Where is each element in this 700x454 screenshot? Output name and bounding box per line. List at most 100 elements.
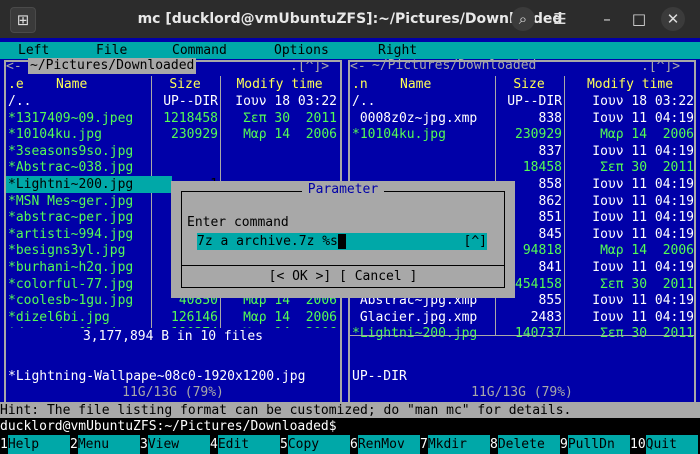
enter-command-label: Enter command	[187, 215, 289, 230]
search-icon[interactable]: ⌕	[511, 7, 535, 31]
dialog-title: Parameter	[301, 182, 385, 197]
file-name[interactable]: *1317409~09.jpeg	[8, 110, 150, 127]
file-name[interactable]: *10104ku.jpg	[352, 126, 494, 143]
file-name[interactable]: /..	[8, 93, 150, 110]
left-panel-path[interactable]: ~/Pictures/Downloaded	[28, 58, 197, 74]
menu-right[interactable]: Right	[378, 42, 417, 59]
hamburger-menu-icon[interactable]: ☰	[548, 7, 572, 31]
fkey-number: 3	[140, 437, 148, 452]
file-name[interactable]: *abstrac~per.jpg	[8, 209, 150, 226]
file-name[interactable]: /..	[352, 93, 494, 110]
file-time: Μαρ 14 2006	[243, 309, 337, 325]
file-time: Ιουν 11 04:19	[592, 110, 694, 126]
file-size: UP--DIR	[507, 94, 562, 109]
file-name[interactable]: *Lightni~200.jpg	[352, 325, 494, 342]
right-header-time[interactable]: Modify time	[566, 76, 694, 93]
file-name[interactable]: *besigns3yl.jpg	[8, 242, 150, 259]
fkey-label: Menu	[77, 435, 140, 454]
file-time	[222, 143, 337, 160]
right-panel-nav[interactable]: <-	[350, 58, 366, 75]
file-size	[152, 159, 218, 176]
file-name[interactable]	[352, 143, 494, 160]
history-button[interactable]: [^]	[464, 233, 487, 250]
file-size: UP--DIR	[163, 94, 218, 109]
right-panel-corner[interactable]: .[^]>	[641, 58, 680, 75]
fkey-pulldn[interactable]: 9PullDn	[560, 435, 630, 454]
fkey-label: Copy	[287, 435, 350, 454]
file-size: 838	[538, 110, 562, 126]
fkey-label: Mkdir	[427, 435, 490, 454]
file-name[interactable]: *colorful-77.jpg	[8, 276, 150, 293]
fkey-menu[interactable]: 2Menu	[70, 435, 140, 454]
file-time: Μαρ 14 2006	[243, 127, 337, 143]
fkey-number: 2	[70, 437, 78, 452]
file-name[interactable]: *3seasons9so.jpg	[8, 143, 150, 160]
ok-button[interactable]: [< OK >]	[269, 269, 332, 284]
close-icon[interactable]: ✕	[661, 7, 685, 31]
file-time: Ιουν 11 04:19	[592, 143, 694, 159]
right-col-divider-2	[564, 76, 565, 336]
cancel-button[interactable]: [ Cancel ]	[339, 269, 417, 284]
maximize-icon[interactable]: □	[627, 7, 651, 31]
file-size: 140737	[515, 326, 562, 342]
file-name[interactable]: *10104ku.jpg	[8, 126, 150, 143]
file-name[interactable]: *burhani~h2q.jpg	[8, 259, 150, 276]
file-name[interactable]: *Lightni~200.jpg	[8, 176, 150, 193]
left-header-name[interactable]: Name	[56, 76, 150, 93]
menu-file[interactable]: File	[96, 42, 127, 59]
right-panel-path[interactable]: ~/Pictures/Downloaded	[370, 58, 538, 74]
fkey-mkdir[interactable]: 7Mkdir	[420, 435, 490, 454]
file-name[interactable]: *MSN Mes~ger.jpg	[8, 193, 150, 210]
fkey-copy[interactable]: 5Copy	[280, 435, 350, 454]
fkey-label: View	[147, 435, 210, 454]
file-name[interactable]: 0008z0z~jpg.xmp	[352, 110, 494, 127]
fkey-help[interactable]: 1Help	[0, 435, 70, 454]
minimize-icon[interactable]: –	[595, 7, 619, 31]
left-sort-indicator[interactable]: .e	[8, 76, 36, 93]
fkey-edit[interactable]: 4Edit	[210, 435, 280, 454]
fkey-delete[interactable]: 8Delete	[490, 435, 560, 454]
file-size: 230929	[515, 127, 562, 143]
fkey-label: RenMov	[357, 435, 420, 454]
file-time: Ιουν 18 03:22	[235, 94, 337, 109]
file-size	[152, 143, 218, 160]
file-time: Ιουν 11 04:19	[592, 226, 694, 242]
left-header-time[interactable]: Modify time	[222, 76, 337, 93]
fkey-label: Quit	[645, 435, 698, 454]
file-name[interactable]: *Abstrac~038.jpg	[8, 159, 150, 176]
fkey-number: 10	[630, 437, 646, 452]
file-size: 837	[538, 143, 562, 159]
right-header-size[interactable]: Size	[496, 76, 562, 93]
command-prompt[interactable]: ducklord@vmUbuntuZFS:~/Pictures/Download…	[0, 418, 700, 435]
command-input[interactable]: 7z a archive.7z %s [^]	[197, 233, 487, 250]
left-header-size[interactable]: Size	[152, 76, 218, 93]
fkey-quit[interactable]: 10Quit	[630, 435, 698, 454]
file-time: Ιουν 18 03:22	[592, 94, 694, 109]
window-titlebar: ⊞ mc [ducklord@vmUbuntuZFS]:~/Pictures/D…	[0, 0, 700, 38]
menu-options[interactable]: Options	[274, 42, 329, 59]
menu-command[interactable]: Command	[172, 42, 227, 59]
file-name[interactable]: *dizel6bi.jpg	[8, 309, 150, 326]
right-header-name[interactable]: Name	[400, 76, 494, 93]
fkey-label: PullDn	[567, 435, 630, 454]
mc-menubar: Left File Command Options Right	[0, 42, 700, 59]
file-size: 230929	[171, 127, 218, 143]
fkey-number: 8	[490, 437, 498, 452]
fkey-renmov[interactable]: 6RenMov	[350, 435, 420, 454]
right-sort-indicator[interactable]: .n	[352, 76, 380, 93]
file-name[interactable]	[352, 159, 494, 176]
fkey-number: 4	[210, 437, 218, 452]
file-time: Ιουν 11 04:19	[592, 293, 694, 309]
menu-left[interactable]: Left	[18, 42, 49, 59]
fkey-view[interactable]: 3View	[140, 435, 210, 454]
terminal: Left File Command Options Right ~/Pictures/D…	[0, 38, 700, 454]
left-panel-corner[interactable]: .[^]>	[290, 58, 329, 75]
hint-bar: Hint: The file listing format can be cus…	[0, 402, 700, 419]
fkey-number: 1	[0, 437, 8, 452]
file-name[interactable]: *coolesb~1gu.jpg	[8, 292, 150, 309]
file-time: Σεπ 30 2011	[600, 160, 694, 176]
left-panel-nav[interactable]: <-	[6, 58, 22, 75]
file-name[interactable]: Glacier.jpg.xmp	[352, 309, 494, 326]
command-input-value[interactable]: 7z a archive.7z %s	[197, 234, 338, 249]
file-name[interactable]: *artisti~994.jpg	[8, 226, 150, 243]
